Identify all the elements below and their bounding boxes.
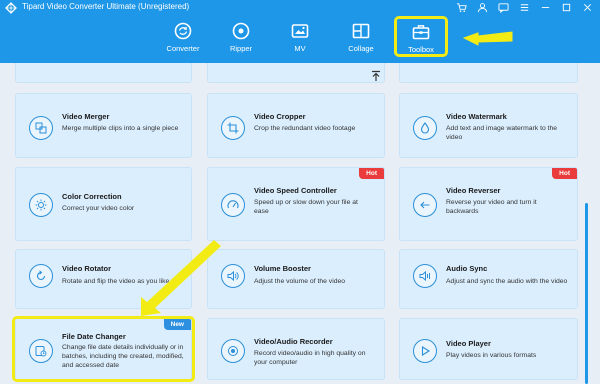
title-bar: Tipard Video Converter Ultimate (Unregis… bbox=[0, 0, 600, 16]
chat-icon[interactable] bbox=[494, 1, 512, 14]
tool-title: Audio Sync bbox=[446, 264, 488, 273]
reverse-icon bbox=[413, 193, 437, 217]
volume-icon bbox=[221, 264, 245, 288]
tool-video-merger[interactable]: Video Merger Merge multiple clips into a… bbox=[15, 93, 192, 158]
nav-collage[interactable]: Collage bbox=[333, 21, 389, 61]
tool-title: Video/Audio Recorder bbox=[254, 337, 333, 346]
tool-title: Video Rotator bbox=[62, 264, 112, 273]
nav-label: Converter bbox=[166, 44, 200, 53]
nav-label: Collage bbox=[348, 44, 374, 53]
maximize-icon[interactable] bbox=[557, 1, 575, 14]
app-logo-icon bbox=[5, 2, 17, 14]
tool-card-partial[interactable] bbox=[399, 63, 578, 83]
toolbox-icon bbox=[412, 25, 430, 40]
minimize-icon[interactable] bbox=[536, 1, 554, 14]
nav-mv[interactable]: MV bbox=[272, 21, 328, 61]
tool-card-partial[interactable] bbox=[15, 63, 192, 83]
toolbox-panel: Video Merger Merge multiple clips into a… bbox=[0, 63, 600, 384]
tool-desc: Crop the redundant video footage bbox=[254, 125, 356, 132]
tool-color-correction[interactable]: Color Correction Correct your video colo… bbox=[15, 167, 192, 241]
tool-video-rotator[interactable]: Video Rotator Rotate and flip the video … bbox=[15, 249, 192, 309]
converter-icon bbox=[174, 22, 192, 40]
tool-title: Video Cropper bbox=[254, 112, 306, 121]
app-title: Tipard Video Converter Ultimate (Unregis… bbox=[22, 2, 190, 11]
window-controls bbox=[452, 1, 596, 14]
highlight-box bbox=[12, 316, 195, 382]
tool-desc: Speed up or slow down your file at ease bbox=[254, 199, 358, 215]
record-icon bbox=[221, 339, 245, 363]
tool-desc: Add text and image watermark to the vide… bbox=[446, 125, 558, 141]
close-icon[interactable] bbox=[578, 1, 596, 14]
tool-desc: Play videos in various formats bbox=[446, 352, 537, 359]
tool-desc: Adjust the volume of the video bbox=[254, 278, 346, 285]
tool-desc: Record video/audio in high quality on yo… bbox=[254, 350, 366, 366]
nav-label: MV bbox=[294, 44, 306, 53]
tool-title: Video Merger bbox=[62, 112, 110, 121]
play-icon bbox=[413, 339, 437, 363]
hot-badge: Hot bbox=[552, 168, 577, 179]
tool-title: Video Player bbox=[446, 339, 491, 348]
tool-video-player[interactable]: Video Player Play videos in various form… bbox=[399, 318, 578, 380]
tool-desc: Reverse your video and turn it backwards bbox=[446, 199, 537, 215]
tool-video-cropper[interactable]: Video Cropper Crop the redundant video f… bbox=[207, 93, 385, 158]
nav-converter[interactable]: Converter bbox=[155, 21, 211, 61]
top-bar: Tipard Video Converter Ultimate (Unregis… bbox=[0, 0, 600, 63]
main-nav: Converter Ripper MV Collage Toolbox bbox=[0, 16, 600, 63]
tool-desc: Rotate and flip the video as you like bbox=[62, 278, 170, 285]
user-icon[interactable] bbox=[473, 1, 491, 14]
tool-video-watermark[interactable]: Video Watermark Add text and image water… bbox=[399, 93, 578, 158]
nav-toolbox[interactable]: Toolbox bbox=[394, 16, 448, 57]
tool-desc: Correct your video color bbox=[62, 205, 135, 212]
tool-title: Video Reverser bbox=[446, 186, 501, 195]
tool-card-partial[interactable] bbox=[207, 63, 385, 83]
hot-badge: Hot bbox=[359, 168, 384, 179]
collage-icon bbox=[352, 23, 370, 39]
tool-video-audio-recorder[interactable]: Video/Audio Recorder Record video/audio … bbox=[207, 318, 385, 380]
tool-volume-booster[interactable]: Volume Booster Adjust the volume of the … bbox=[207, 249, 385, 309]
color-icon bbox=[29, 193, 53, 217]
tool-title: Video Speed Controller bbox=[254, 186, 337, 195]
tool-desc: Merge multiple clips into a single piece bbox=[62, 125, 179, 132]
upload-icon[interactable] bbox=[370, 70, 382, 82]
cart-icon[interactable] bbox=[452, 1, 470, 14]
mv-icon bbox=[291, 24, 309, 38]
tool-desc: Adjust and sync the audio with the video bbox=[446, 278, 568, 285]
nav-label: Ripper bbox=[229, 44, 253, 53]
nav-ripper[interactable]: Ripper bbox=[213, 21, 269, 61]
tool-title: Video Watermark bbox=[446, 112, 507, 121]
tool-title: Volume Booster bbox=[254, 264, 311, 273]
rotate-icon bbox=[29, 264, 53, 288]
tool-video-reverser[interactable]: Hot Video Reverser Reverse your video an… bbox=[399, 167, 578, 241]
merge-icon bbox=[29, 116, 53, 140]
nav-label: Toolbox bbox=[408, 45, 434, 54]
crop-icon bbox=[221, 116, 245, 140]
ripper-icon bbox=[232, 22, 250, 40]
sync-icon bbox=[413, 264, 437, 288]
tool-audio-sync[interactable]: Audio Sync Adjust and sync the audio wit… bbox=[399, 249, 578, 309]
speed-icon bbox=[221, 193, 245, 217]
menu-icon[interactable] bbox=[515, 1, 533, 14]
scrollbar-thumb[interactable] bbox=[585, 203, 588, 384]
tool-video-speed-controller[interactable]: Hot Video Speed Controller Speed up or s… bbox=[207, 167, 385, 241]
tool-title: Color Correction bbox=[62, 192, 122, 201]
watermark-icon bbox=[413, 116, 437, 140]
